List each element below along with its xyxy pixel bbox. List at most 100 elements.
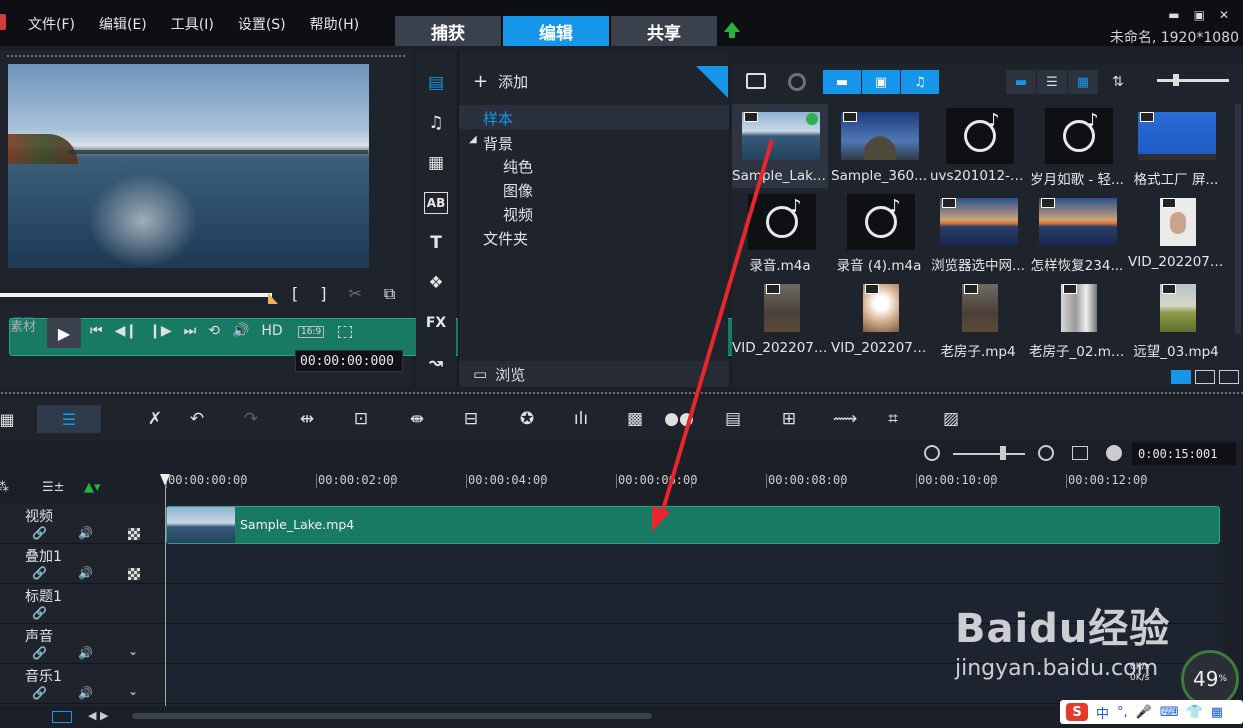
tree-item-samples[interactable]: 样本 — [483, 108, 513, 129]
menu-file[interactable]: 文件(F) — [28, 14, 75, 34]
media-item[interactable]: 老房子_02.mp4 — [1029, 276, 1125, 360]
video-clip[interactable]: Sample_Lake.mp4 — [166, 506, 1220, 544]
mask-icon[interactable]: ▨ — [938, 408, 964, 430]
close-button[interactable]: ✕ — [1219, 8, 1229, 22]
track-volume-icon[interactable]: 🔊 — [78, 566, 93, 580]
panel-edit-icon[interactable] — [1219, 370, 1239, 384]
menu-settings[interactable]: 设置(S) — [238, 14, 286, 34]
audio-wave-icon[interactable]: ılı — [568, 408, 594, 430]
timecode-display[interactable]: 00:00:00:000 — [295, 350, 403, 372]
prev-frame-icon[interactable]: ◀❙ — [115, 323, 138, 339]
media-item[interactable]: 录音 (4).m4a — [831, 190, 927, 274]
media-item[interactable]: VID_2022072... — [831, 276, 927, 360]
track-header[interactable]: 音乐1 🔗 🔊 ⌄ — [0, 664, 164, 704]
view-list-icon[interactable]: ☰ — [1037, 70, 1067, 94]
repeat-icon[interactable]: ⟲ — [208, 323, 220, 339]
go-end-icon[interactable]: ⏭ — [184, 323, 197, 339]
media-item[interactable]: VID_2022072... — [1128, 190, 1224, 274]
import-folder-icon[interactable] — [746, 73, 766, 89]
go-start-icon[interactable]: ⏮ — [90, 323, 103, 339]
link-icon[interactable]: 🔗 — [32, 606, 47, 620]
fit-timeline-icon[interactable] — [1072, 446, 1088, 460]
path-icon[interactable]: ↝ — [424, 352, 448, 374]
play-button[interactable]: ▶ — [47, 318, 81, 348]
menu-help[interactable]: 帮助(H) — [310, 14, 359, 34]
zoom-in-icon[interactable] — [1038, 445, 1054, 461]
audio-icon[interactable]: ♫ — [424, 112, 448, 134]
track-header[interactable]: 标题1 🔗 — [0, 584, 164, 624]
chevron-down-icon[interactable]: ⌄ — [128, 644, 138, 658]
next-frame-icon[interactable]: ❙▶ — [149, 323, 172, 339]
timeline-view-icon[interactable]: ☰ — [37, 405, 101, 433]
media-item[interactable]: 格式工厂 屏... — [1128, 104, 1224, 188]
track-effect-icon[interactable] — [128, 528, 140, 540]
add-track-icon[interactable]: ☰± — [42, 480, 65, 495]
media-item[interactable]: 录音.m4a — [732, 190, 828, 274]
tree-item-image[interactable]: 图像 — [503, 180, 533, 201]
view-grid-icon[interactable]: ▦ — [1068, 70, 1098, 94]
lane-video[interactable]: Sample_Lake.mp4 — [166, 504, 1223, 544]
instant-project-icon[interactable]: ▦ — [424, 152, 448, 174]
lane-overlay[interactable] — [166, 544, 1223, 584]
media-item[interactable]: Sample_360... — [831, 104, 927, 188]
split-screen-icon[interactable]: ⊞ — [776, 408, 802, 430]
filter-photo-icon[interactable]: ▣ — [862, 70, 900, 94]
timeline-ruler[interactable]: 00:00:00:00 00:00:02:00 00:00:04:00 00:00:0… — [166, 470, 1223, 504]
pin-icon[interactable] — [696, 66, 728, 98]
media-icon[interactable]: ▤ — [424, 72, 448, 94]
timeline-hscroll[interactable] — [132, 713, 652, 719]
ime-grid-icon[interactable]: ▦ — [1211, 705, 1223, 720]
transition-icon[interactable]: ❖ — [424, 272, 448, 294]
split-icon[interactable]: ⇼ — [404, 408, 430, 430]
panel-grip[interactable] — [6, 54, 406, 58]
pan-zoom-icon[interactable]: ⌗ — [880, 408, 906, 430]
sort-icon[interactable]: ⇅ — [1112, 74, 1124, 90]
scroll-arrows[interactable]: ◀ ▶ — [88, 709, 108, 722]
media-item[interactable]: 远望_03.mp4 — [1128, 276, 1224, 360]
undo-icon[interactable]: ↶ — [184, 408, 210, 430]
capture-aperture-icon[interactable] — [788, 73, 806, 91]
snap-icon[interactable]: ⊡ — [348, 408, 374, 430]
tree-item-solid-color[interactable]: 纯色 — [503, 156, 533, 177]
media-scrollbar[interactable] — [1235, 104, 1241, 334]
motion-track-icon[interactable]: ⟿ — [832, 408, 858, 430]
project-duration[interactable]: 0:00:15:001 — [1132, 443, 1236, 465]
track-volume-icon[interactable]: 🔊 — [78, 646, 93, 660]
hd-toggle[interactable]: HD — [261, 323, 282, 339]
fx-icon[interactable]: FX — [424, 312, 448, 334]
minimize-button[interactable]: ▬ — [1168, 8, 1179, 22]
text-t-icon[interactable]: T — [424, 232, 448, 254]
sogou-logo-icon[interactable]: S — [1066, 703, 1088, 721]
zoom-out-icon[interactable] — [924, 445, 940, 461]
media-item[interactable]: 怎样恢复234... — [1029, 190, 1125, 274]
ime-skin-icon[interactable]: 👕 — [1187, 705, 1203, 720]
redo-icon[interactable]: ↷ — [238, 408, 264, 430]
track-header[interactable]: 视频 🔗 🔊 — [0, 504, 164, 544]
aspect-ratio-button[interactable]: 16:9 — [298, 326, 325, 338]
media-item[interactable]: 浏览器选中网... — [930, 190, 1026, 274]
tab-edit[interactable]: 编辑 — [503, 16, 609, 46]
link-icon[interactable]: 🔗 — [32, 526, 47, 540]
scissors-icon[interactable]: ✂ — [349, 284, 362, 304]
timeline-grip[interactable] — [0, 391, 1243, 395]
tab-share[interactable]: 共享 — [611, 16, 717, 46]
media-item[interactable]: 老房子.mp4 — [930, 276, 1026, 360]
track-volume-icon[interactable]: 🔊 — [78, 686, 93, 700]
filter-video-icon[interactable]: ▬ — [823, 70, 861, 94]
upload-arrow-icon[interactable] — [724, 22, 740, 38]
media-item[interactable]: Sample_Lake... — [732, 104, 828, 188]
panel-layout-icon[interactable] — [1171, 370, 1191, 384]
link-icon[interactable]: 🔗 — [32, 686, 47, 700]
add-button[interactable]: + 添加 — [473, 71, 528, 92]
scrubber-bar[interactable] — [0, 293, 272, 297]
project-clip-switch[interactable]: 项目 素材 — [9, 316, 1063, 356]
mark-out-button[interactable]: ] — [320, 284, 326, 304]
record-icon[interactable]: ✪ — [514, 408, 540, 430]
link-icon[interactable]: 🔗 — [32, 566, 47, 580]
thumb-size-slider[interactable] — [1157, 74, 1229, 86]
subtitle-icon[interactable]: ▤ — [720, 408, 746, 430]
track-manager-icon[interactable]: ⁂ — [0, 480, 9, 495]
tools-icon[interactable]: ✗ — [142, 408, 168, 430]
tree-expand-icon[interactable]: ◢ — [469, 134, 477, 145]
ime-mic-icon[interactable]: 🎤 — [1136, 705, 1152, 720]
